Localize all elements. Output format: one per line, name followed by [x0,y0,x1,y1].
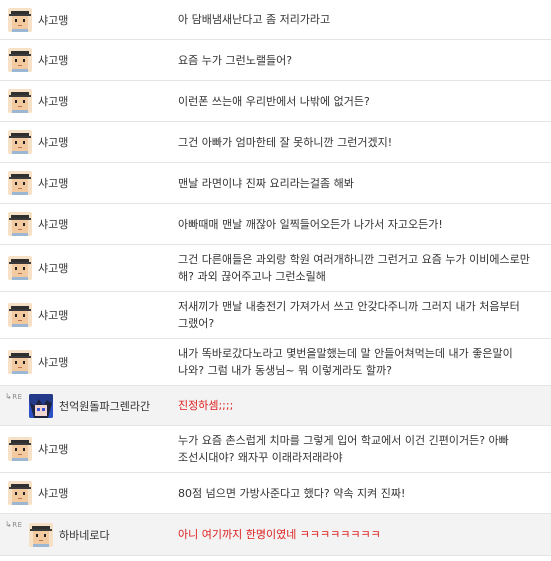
avatar[interactable] [29,393,53,418]
comment-row: 샤고맹 그건 다른애들은 과외랑 학원 여러개하니깐 그런거고 요즘 누가 이비에… [0,245,551,292]
comment-text: 아빠때매 맨날 깨잖아 일찍들어오든가 나가서 자고오든가! [178,217,443,231]
avatar[interactable] [8,171,32,195]
avatar[interactable] [8,481,32,505]
comment-author: 샤고맹 [0,339,168,385]
avatar[interactable] [8,350,32,374]
avatar[interactable] [8,89,32,113]
comment-row: 샤고맹 맨날 라면이냐 진짜 요리라는걸좀 해봐 [0,163,551,204]
comment-list: 샤고맹 아 담배냄새난다고 좀 저리가라고 샤고맹 요즘 누가 그런노랠들어? 샤고맹 이… [0,0,551,556]
avatar[interactable] [8,212,32,236]
author-nickname[interactable]: 샤고맹 [38,354,68,370]
author-nickname[interactable]: 샤고맹 [38,485,68,501]
comment-text: 저새끼가 맨날 내충전기 가져가서 쓰고 안갖다주니까 그러지 내가 처음부터 … [178,300,520,330]
comment-author: 샤고맹 [0,245,168,291]
avatar[interactable] [8,48,32,72]
comment-author: 샤고맹 [0,0,168,39]
comment-row: 샤고맹 내가 똑바로갔다노라고 몇번을말했는데 말 안들어쳐먹는데 내가 좋은말이… [0,339,551,386]
author-nickname[interactable]: 샤고맹 [38,12,68,28]
comment-author: 샤고맹 [0,122,168,162]
author-nickname[interactable]: 샤고맹 [38,260,68,276]
comment-author: 샤고맹 [0,163,168,203]
reply-label: RE [12,521,23,529]
comment-author: ↳RE 천억원돌파그렌라간 [0,386,175,425]
comment-row: 샤고맹 누가 요즘 촌스럽게 치마를 그렇게 입어 학교에서 이건 긴편이거든? … [0,426,551,473]
avatar[interactable] [8,130,32,154]
comment-text: 아 담배냄새난다고 좀 저리가라고 [178,13,331,26]
author-nickname[interactable]: 샤고맹 [38,216,68,232]
author-nickname[interactable]: 샤고맹 [38,441,68,457]
reply-indicator: ↳RE [5,520,23,529]
author-nickname[interactable]: 천억원돌파그렌라간 [59,398,150,414]
comment-text: 진정하셈;;;; [178,399,234,412]
author-nickname[interactable]: 샤고맹 [38,93,68,109]
reply-label: RE [12,393,23,401]
comment-author: 샤고맹 [0,292,168,338]
comment-row: 샤고맹 요즘 누가 그런노랠들어? [0,40,551,81]
avatar[interactable] [8,7,32,32]
avatar[interactable] [29,522,53,547]
avatar[interactable] [8,256,32,280]
author-nickname[interactable]: 샤고맹 [38,134,68,150]
author-nickname[interactable]: 샤고맹 [38,307,68,323]
comment-row: 샤고맹 그건 아빠가 엄마한테 잘 못하니깐 그런거겠지! [0,122,551,163]
comment-text: 아니 여기까지 한명이였네 ㅋㅋㅋㅋㅋㅋㅋㅋ [178,528,381,541]
comment-text: 그건 아빠가 엄마한테 잘 못하니깐 그런거겠지! [178,135,393,149]
comment-author: 샤고맹 [0,473,168,513]
avatar[interactable] [8,303,32,327]
author-nickname[interactable]: 샤고맹 [38,175,68,191]
comment-row: 샤고맹 아 담배냄새난다고 좀 저리가라고 [0,0,551,40]
comment-text: 그건 다른애들은 과외랑 학원 여러개하니깐 그런거고 요즘 누가 이비에스로만… [178,253,530,283]
reply-row: ↳RE 천억원돌파그렌라간 진정하셈;;;; [0,386,551,426]
comment-author: 샤고맹 [0,426,168,472]
comment-row: 샤고맹 저새끼가 맨날 내충전기 가져가서 쓰고 안갖다주니까 그러지 내가 처음… [0,292,551,339]
author-nickname[interactable]: 샤고맹 [38,52,68,68]
comment-text: 이런폰 쓰는애 우리반에서 나밖에 없거든? [178,94,370,108]
comment-author: 샤고맹 [0,204,168,244]
reply-row: ↳RE 하바네로다 아니 여기까지 한명이였네 ㅋㅋㅋㅋㅋㅋㅋㅋ [0,514,551,556]
comment-text: 내가 똑바로갔다노라고 몇번을말했는데 말 안들어쳐먹는데 내가 좋은말이 나와… [178,347,513,377]
comment-row: 샤고맹 80점 넘으면 가방사준다고 했다? 약속 지켜 진짜! [0,473,551,514]
comment-text: 80점 넘으면 가방사준다고 했다? 약속 지켜 진짜! [178,486,406,500]
comment-text: 요즘 누가 그런노랠들어? [178,53,293,67]
reply-indicator: ↳RE [5,392,23,401]
comment-author: ↳RE 하바네로다 [0,514,175,555]
comment-text: 누가 요즘 촌스럽게 치마를 그렇게 입어 학교에서 이건 긴편이거든? 아빠 … [178,434,509,464]
comment-row: 샤고맹 이런폰 쓰는애 우리반에서 나밖에 없거든? [0,81,551,122]
comment-text: 맨날 라면이냐 진짜 요리라는걸좀 해봐 [178,176,354,190]
comment-author: 샤고맹 [0,40,168,80]
comment-author: 샤고맹 [0,81,168,121]
author-nickname[interactable]: 하바네로다 [59,527,110,543]
avatar[interactable] [8,437,32,461]
comment-row: 샤고맹 아빠때매 맨날 깨잖아 일찍들어오든가 나가서 자고오든가! [0,204,551,245]
